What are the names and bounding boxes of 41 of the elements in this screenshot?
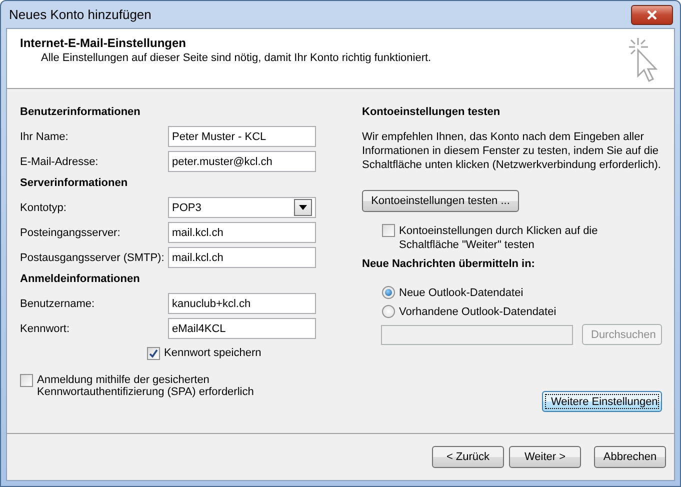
checkbox[interactable] [20,374,33,387]
field-label: Postausgangsserver (SMTP): [20,252,166,264]
close-button[interactable] [631,4,673,24]
more-settings-button[interactable]: Weitere Einstellungen [542,391,662,412]
close-icon[interactable] [646,10,658,20]
input-field[interactable]: mail.kcl.ch [168,222,316,243]
input-field[interactable]: mail.kcl.ch [168,247,316,268]
radio-label: Neue Outlook-Datendatei [399,286,524,298]
window-title: Neues Konto hinzufügen [8,7,152,22]
field-label: Benutzername: [20,298,96,310]
section-heading: Kontoeinstellungen testen [362,106,502,120]
section-heading: Serverinformationen [20,177,129,191]
dropdown[interactable]: POP3 [168,197,316,218]
checkbox[interactable] [147,347,160,360]
input-field[interactable]: kanuclub+kcl.ch [168,293,316,314]
checkbox-label: Kennwort speichern [164,347,262,359]
input-field[interactable]: Peter Muster - KCL [168,126,316,147]
input-field[interactable]: peter.muster@kcl.ch [168,151,316,172]
checkbox[interactable] [382,224,395,237]
cursor-click-icon [626,36,660,84]
checkbox-label: Kontoeinstellungen durch Klicken auf die Schaltfläche "Weiter" testen [399,224,599,252]
field-label: Posteingangsserver: [20,226,122,238]
footer-button[interactable]: Weiter > [509,446,581,468]
section-heading: Benutzerinformationen [20,106,142,120]
checkbox-label: Anmeldung mithilfe der gesicherten Kennwortauthentifizierung (SPA) erforderlich [37,374,255,398]
footer-button[interactable]: < Zurück [432,446,504,468]
header-subtitle: Alle Einstellungen auf dieser Seite sind nötig, damit Ihr Konto richtig funktioniert. [40,52,432,64]
radio-label: Vorhandene Outlook-Datendatei [399,306,556,318]
radio-button[interactable] [382,286,395,299]
field-label: Kennwort: [20,322,71,334]
footer-button[interactable]: Abbrechen [594,446,666,468]
header-title: Internet-E-Mail-Einstellungen [20,36,188,50]
radio-button[interactable] [382,305,395,318]
field-label: Ihr Name: [20,130,70,142]
field-label: E-Mail-Adresse: [20,156,100,168]
field-label: Kontotyp: [20,202,68,214]
input-field[interactable]: eMail4KCL [168,318,316,339]
info-text: Wir empfehlen Ihnen, das Konto nach dem Eingeben aller Informationen in diesem Fenster zu testen, indem Sie auf die Schaltfläche unten klicken (Netzwerkverbindung erforderlich). [362,130,662,172]
section-heading: Neue Nachrichten übermitteln in: [362,258,536,272]
test-settings-button[interactable]: Kontoeinstellungen testen ... [362,190,519,212]
section-heading: Anmeldeinformationen [20,273,141,287]
